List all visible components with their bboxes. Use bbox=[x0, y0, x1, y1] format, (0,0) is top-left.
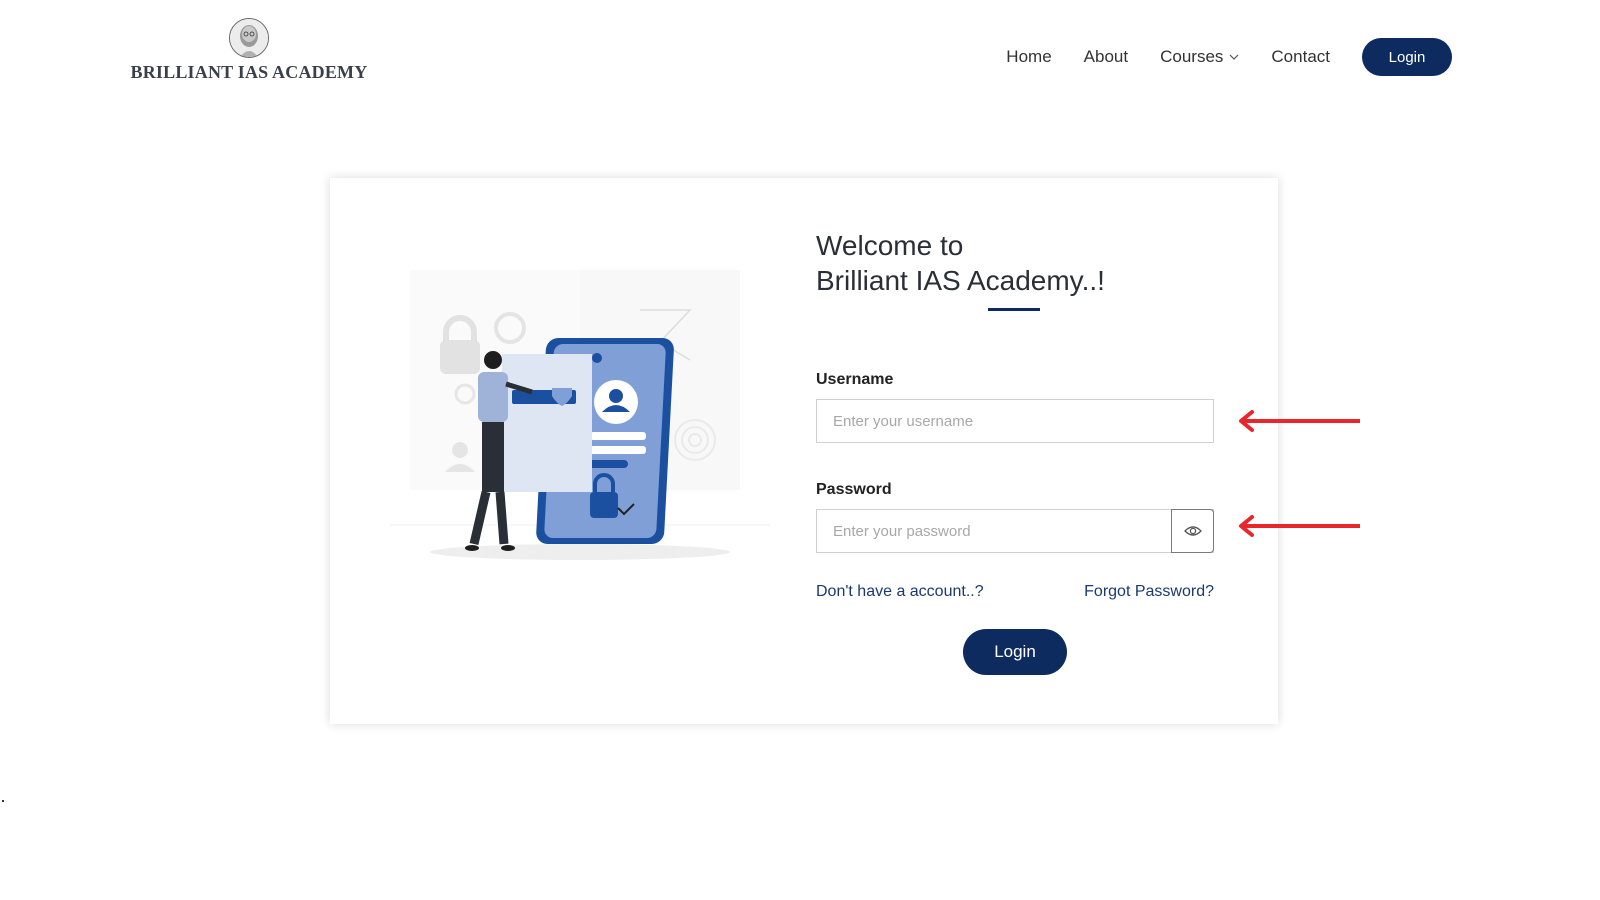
password-input[interactable] bbox=[817, 510, 1171, 552]
site-header: BRILLIANT IAS ACADEMY Home About Courses… bbox=[0, 0, 1600, 120]
eye-icon bbox=[1183, 526, 1202, 536]
chevron-down-icon bbox=[1229, 54, 1239, 60]
password-field-wrapper bbox=[816, 509, 1214, 553]
username-input[interactable] bbox=[817, 400, 1213, 442]
nav-home[interactable]: Home bbox=[1006, 38, 1051, 76]
brand[interactable]: BRILLIANT IAS ACADEMY bbox=[124, 18, 374, 83]
login-illustration bbox=[390, 270, 770, 560]
annotation-arrow-username bbox=[1239, 410, 1360, 432]
show-password-button[interactable] bbox=[1171, 509, 1214, 553]
welcome-line-1: Welcome to bbox=[816, 230, 964, 261]
nav-contact[interactable]: Contact bbox=[1271, 38, 1330, 76]
annotation-arrow-password bbox=[1239, 515, 1360, 537]
signup-link[interactable]: Don't have a account..? bbox=[816, 583, 984, 601]
welcome-heading: Welcome to Brilliant IAS Academy..! bbox=[816, 228, 1216, 298]
welcome-line-2: Brilliant IAS Academy..! bbox=[816, 265, 1105, 296]
nav-courses-label: Courses bbox=[1160, 47, 1224, 66]
password-label: Password bbox=[816, 481, 892, 498]
heading-underline bbox=[988, 308, 1040, 311]
stray-dot bbox=[2, 800, 4, 802]
login-form: Welcome to Brilliant IAS Academy..! User… bbox=[816, 228, 1216, 675]
brand-name: BRILLIANT IAS ACADEMY bbox=[130, 62, 368, 82]
header-login-button[interactable]: Login bbox=[1362, 38, 1452, 76]
forgot-password-link[interactable]: Forgot Password? bbox=[1084, 583, 1214, 601]
username-field-wrapper bbox=[816, 399, 1214, 443]
login-submit-button[interactable]: Login bbox=[963, 629, 1067, 675]
login-card: Welcome to Brilliant IAS Academy..! User… bbox=[330, 178, 1278, 724]
username-label: Username bbox=[816, 371, 894, 388]
form-links: Don't have a account..? Forgot Password? bbox=[816, 583, 1214, 601]
main-nav: Home About Courses Contact Login bbox=[974, 38, 1452, 76]
nav-about[interactable]: About bbox=[1084, 38, 1128, 76]
nav-courses[interactable]: Courses bbox=[1160, 38, 1239, 76]
brand-logo-portrait bbox=[229, 18, 269, 58]
